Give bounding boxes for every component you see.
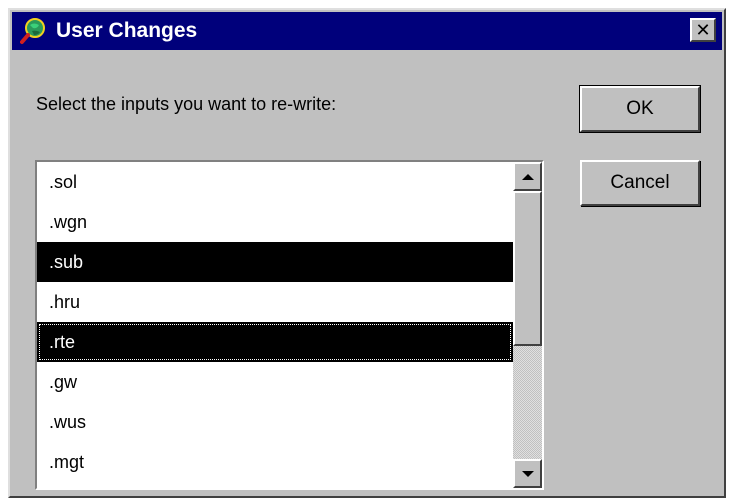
list-item-label: .wus [49, 412, 87, 432]
listbox-items: .sol .wgn .sub .hru .rte .gw .wus .mgt [37, 162, 513, 488]
list-item[interactable]: .sol [37, 162, 513, 202]
magnifier-globe-icon [20, 17, 48, 45]
ok-button-label: OK [626, 98, 654, 119]
prompt-label: Select the inputs you want to re-write: [36, 94, 337, 114]
scroll-up-arrow-icon [521, 173, 534, 180]
list-item[interactable]: .wus [37, 402, 513, 442]
list-item-label: .gw [49, 372, 78, 392]
vertical-scrollbar[interactable] [513, 162, 542, 488]
list-item-label: .wgn [49, 212, 88, 232]
list-item-label: .hru [49, 292, 81, 312]
list-item-label: .mgt [49, 452, 85, 472]
cancel-button[interactable]: Cancel [580, 160, 700, 206]
cancel-button-label: Cancel [610, 172, 670, 193]
list-item[interactable]: .mgt [37, 442, 513, 482]
close-button[interactable]: ✕ [690, 18, 716, 42]
ok-button[interactable]: OK [579, 85, 701, 133]
list-item[interactable]: .gw [37, 362, 513, 402]
list-item[interactable]: .sub [37, 242, 513, 282]
dialog-title: User Changes [56, 19, 198, 42]
scroll-up-button[interactable] [513, 162, 542, 191]
scroll-down-arrow-icon [521, 470, 534, 477]
list-item[interactable]: .rte [37, 322, 513, 362]
scrollbar-thumb[interactable] [513, 191, 542, 346]
list-item-label: .rte [49, 332, 76, 352]
list-item-label: .sub [49, 252, 84, 272]
close-icon: ✕ [695, 20, 711, 40]
list-item-label: .sol [49, 172, 78, 192]
list-item[interactable]: .wgn [37, 202, 513, 242]
inputs-listbox[interactable]: .sol .wgn .sub .hru .rte .gw .wus .mgt [35, 160, 544, 490]
user-changes-dialog: User Changes ✕ Select the inputs you wan… [8, 8, 726, 498]
list-item[interactable]: .hru [37, 282, 513, 322]
scroll-down-button[interactable] [513, 459, 542, 488]
title-bar[interactable]: User Changes ✕ [12, 12, 722, 50]
